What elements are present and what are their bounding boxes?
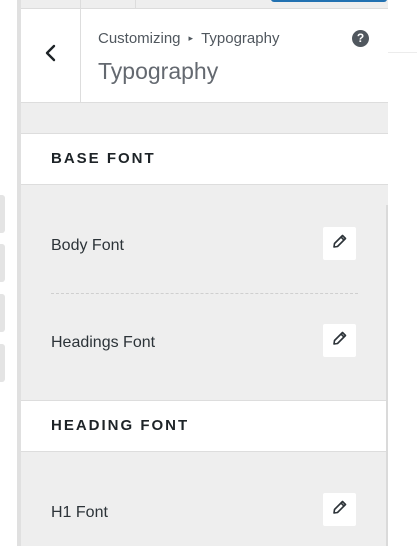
- side-tab[interactable]: [0, 244, 5, 282]
- control-label-body-font: Body Font: [51, 237, 124, 254]
- section-title: HEADING FONT: [51, 417, 190, 434]
- preview-divider: [388, 52, 417, 53]
- pencil-icon: [332, 499, 348, 520]
- control-divider: [51, 293, 358, 294]
- top-toolbar: [21, 0, 388, 9]
- side-tab[interactable]: [0, 294, 5, 332]
- control-label-h1-font: H1 Font: [51, 504, 108, 521]
- section-header: Customizing ▸ Typography Typography ?: [21, 9, 388, 103]
- toolbar-divider: [135, 0, 136, 8]
- breadcrumb-current: Typography: [201, 30, 280, 47]
- breadcrumb-separator-icon: ▸: [188, 33, 194, 43]
- section-title-base-font: BASE FONT: [21, 133, 388, 185]
- section-title-heading-font: HEADING FONT: [21, 400, 388, 452]
- help-icon[interactable]: ?: [352, 30, 369, 47]
- control-label-headings-font: Headings Font: [51, 334, 156, 351]
- section-title: BASE FONT: [51, 150, 156, 167]
- pencil-icon: [332, 233, 348, 254]
- preview-area: [388, 0, 417, 546]
- chevron-left-icon: [44, 43, 58, 68]
- side-tab[interactable]: [0, 195, 5, 233]
- customizer-panel: Customizing ▸ Typography Typography ? BASE…: [21, 0, 388, 546]
- edit-body-font-button[interactable]: [323, 227, 356, 260]
- edit-headings-font-button[interactable]: [323, 324, 356, 357]
- back-button[interactable]: [21, 9, 81, 102]
- page-title: Typography: [98, 58, 219, 84]
- edit-h1-font-button[interactable]: [323, 493, 356, 526]
- breadcrumb: Customizing ▸ Typography: [98, 30, 279, 47]
- publish-button[interactable]: [271, 0, 387, 2]
- toolbar-divider: [80, 0, 81, 8]
- breadcrumb-parent: Customizing: [98, 30, 181, 47]
- pencil-icon: [332, 330, 348, 351]
- side-tab[interactable]: [0, 344, 5, 382]
- left-preview-edge: [0, 0, 17, 546]
